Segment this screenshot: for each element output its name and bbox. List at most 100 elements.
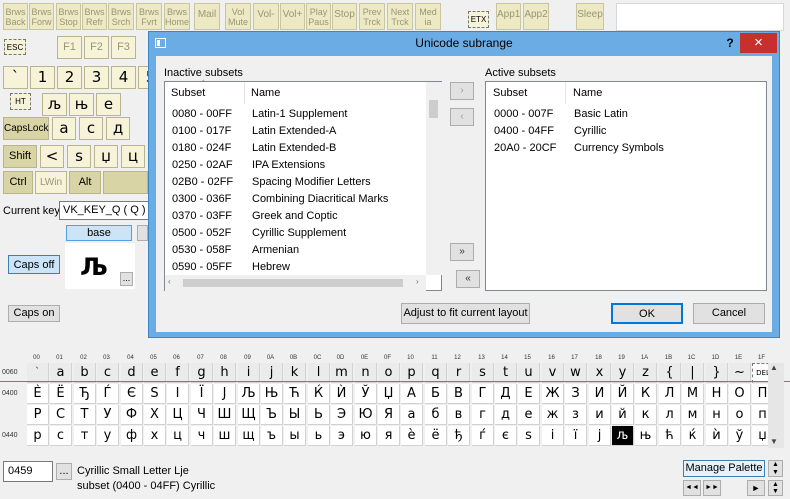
inactive-hscrollbar[interactable] <box>165 275 426 291</box>
grid-cell[interactable]: m <box>331 363 353 383</box>
grid-cell[interactable]: Щ <box>238 405 260 425</box>
move-all-right-button[interactable]: » <box>450 243 474 261</box>
move-right-button[interactable]: › <box>450 82 474 100</box>
grid-cell[interactable]: n <box>355 363 377 383</box>
grid-cell[interactable]: q <box>425 363 447 383</box>
grid-cell[interactable]: Ц <box>167 405 189 425</box>
grid-cell[interactable]: З <box>565 384 587 404</box>
grid-cell[interactable]: Е <box>518 384 540 404</box>
palette-spin-icon[interactable]: ▲ ▼ <box>768 460 783 477</box>
grid-cell[interactable]: j <box>261 363 283 383</box>
grid-cell[interactable]: Ѝ <box>331 384 353 404</box>
hscroll-right-icon[interactable]: › <box>416 277 419 286</box>
grid-cell[interactable]: v <box>542 363 564 383</box>
grid-cell[interactable]: Ы <box>284 405 306 425</box>
grid-cell[interactable]: И <box>589 384 611 404</box>
grid-cell[interactable]: е <box>518 405 540 425</box>
grid-cell[interactable]: і <box>542 426 564 446</box>
capslock-key[interactable]: CapsLock <box>3 117 49 140</box>
top-key[interactable]: App2 <box>523 3 549 30</box>
grid-cell[interactable]: ѝ <box>706 426 728 446</box>
grid-cell[interactable]: } <box>706 363 728 383</box>
grid-cell[interactable]: Ф <box>121 405 143 425</box>
grid-cell[interactable]: Ь <box>308 405 330 425</box>
grid-cell[interactable]: Њ <box>261 384 283 404</box>
inactive-row-range[interactable]: 02B0 - 02FF <box>172 174 248 191</box>
grid-cell[interactable]: и <box>589 405 611 425</box>
cancel-button[interactable]: Cancel <box>693 303 765 324</box>
caps-off-button[interactable]: Caps off <box>8 255 60 274</box>
grid-cell[interactable]: њ <box>635 426 657 446</box>
key-row3-1[interactable]: с <box>79 117 103 140</box>
function-key[interactable]: F3 <box>111 36 136 59</box>
grid-cell[interactable]: Ќ <box>308 384 330 404</box>
grid-cell[interactable]: Г <box>472 384 494 404</box>
active-row-name[interactable]: Cyrillic <box>574 123 754 140</box>
inactive-row-range[interactable]: 0530 - 058F <box>172 242 248 259</box>
grid-cell[interactable]: у <box>97 426 119 446</box>
tab-next[interactable] <box>137 225 148 241</box>
inactive-row-range[interactable]: 0100 - 017F <box>172 123 248 140</box>
grid-cell[interactable]: б <box>425 405 447 425</box>
top-key[interactable]: Med ia <box>415 3 441 30</box>
grid-cell[interactable]: Ј <box>214 384 236 404</box>
grid-cell[interactable]: У <box>97 405 119 425</box>
key-row4-0[interactable]: < <box>40 145 64 168</box>
inactive-row-name[interactable]: Hebrew <box>252 259 424 276</box>
grid-cell[interactable]: М <box>682 384 704 404</box>
grid-cell[interactable]: ж <box>542 405 564 425</box>
code-more-button[interactable]: ... <box>56 463 72 480</box>
inactive-subsets-list[interactable]: Subset ^ Name 0080 - 00FF Latin-1 Supplem… <box>164 80 442 291</box>
esc-key[interactable]: ESC <box>4 39 26 55</box>
grid-cell[interactable]: Т <box>74 405 96 425</box>
top-key[interactable]: Next Trck <box>387 3 413 30</box>
inactive-scroll-thumb[interactable] <box>429 100 438 118</box>
grid-cell[interactable]: Џ <box>378 384 400 404</box>
grid-cell[interactable]: o <box>378 363 400 383</box>
active-row-range[interactable]: 20A0 - 20CF <box>494 140 570 157</box>
grid-cell[interactable]: Ю <box>355 405 377 425</box>
grid-cell[interactable]: Ж <box>542 384 564 404</box>
top-key[interactable]: Brws Forw <box>29 3 54 30</box>
grid-cell[interactable]: Ѕ <box>144 384 166 404</box>
inactive-row-range[interactable]: 0500 - 052F <box>172 225 248 242</box>
inactive-scrollbar[interactable] <box>426 82 442 275</box>
grid-cell[interactable]: І <box>167 384 189 404</box>
top-key[interactable]: Vol+ <box>280 3 305 30</box>
manage-palette-button[interactable]: Manage Palette <box>683 460 765 477</box>
grid-cell[interactable]: Ђ <box>74 384 96 404</box>
tab-key[interactable]: HT <box>10 93 31 110</box>
grid-cell[interactable]: т <box>74 426 96 446</box>
last-page-icon[interactable]: ►► <box>703 480 721 496</box>
top-key[interactable]: Brws Srch <box>108 3 134 30</box>
grid-cell[interactable]: c <box>97 363 119 383</box>
grid-cell[interactable]: w <box>565 363 587 383</box>
caps-on-button[interactable]: Caps on <box>8 305 60 322</box>
grid-cell[interactable]: ь <box>308 426 330 446</box>
inactive-row-range[interactable]: 0080 - 00FF <box>172 106 248 123</box>
grid-cell[interactable]: t <box>495 363 517 383</box>
grid-cell[interactable]: Є <box>121 384 143 404</box>
grid-cell[interactable]: Ѐ <box>27 384 49 404</box>
move-left-button[interactable]: ‹ <box>450 108 474 126</box>
top-key[interactable]: Play Paus <box>306 3 331 30</box>
adjust-layout-button[interactable]: Adjust to fit current layout <box>401 303 530 324</box>
grid-cell[interactable]: к <box>635 405 657 425</box>
inactive-row-name[interactable]: Latin Extended-A <box>252 123 424 140</box>
grid-cell[interactable]: В <box>448 384 470 404</box>
grid-cell[interactable]: с <box>50 426 72 446</box>
active-row-range[interactable]: 0400 - 04FF <box>494 123 570 140</box>
grid-cell[interactable]: а <box>401 405 423 425</box>
grid-scrollbar[interactable] <box>768 363 784 448</box>
preview-more-button[interactable]: ... <box>120 272 133 286</box>
hscroll-left-icon[interactable]: ‹ <box>168 277 171 286</box>
inactive-hscroll-thumb[interactable] <box>183 279 403 287</box>
grid-cell[interactable]: ј <box>589 426 611 446</box>
grid-cell[interactable]: ч <box>191 426 213 446</box>
grid-cell[interactable]: { <box>659 363 681 383</box>
grid-cell[interactable]: z <box>635 363 657 383</box>
active-row-name[interactable]: Currency Symbols <box>574 140 754 157</box>
grid-cell[interactable]: Ё <box>50 384 72 404</box>
key-row3-2[interactable]: д <box>106 117 130 140</box>
grid-cell[interactable]: p <box>401 363 423 383</box>
